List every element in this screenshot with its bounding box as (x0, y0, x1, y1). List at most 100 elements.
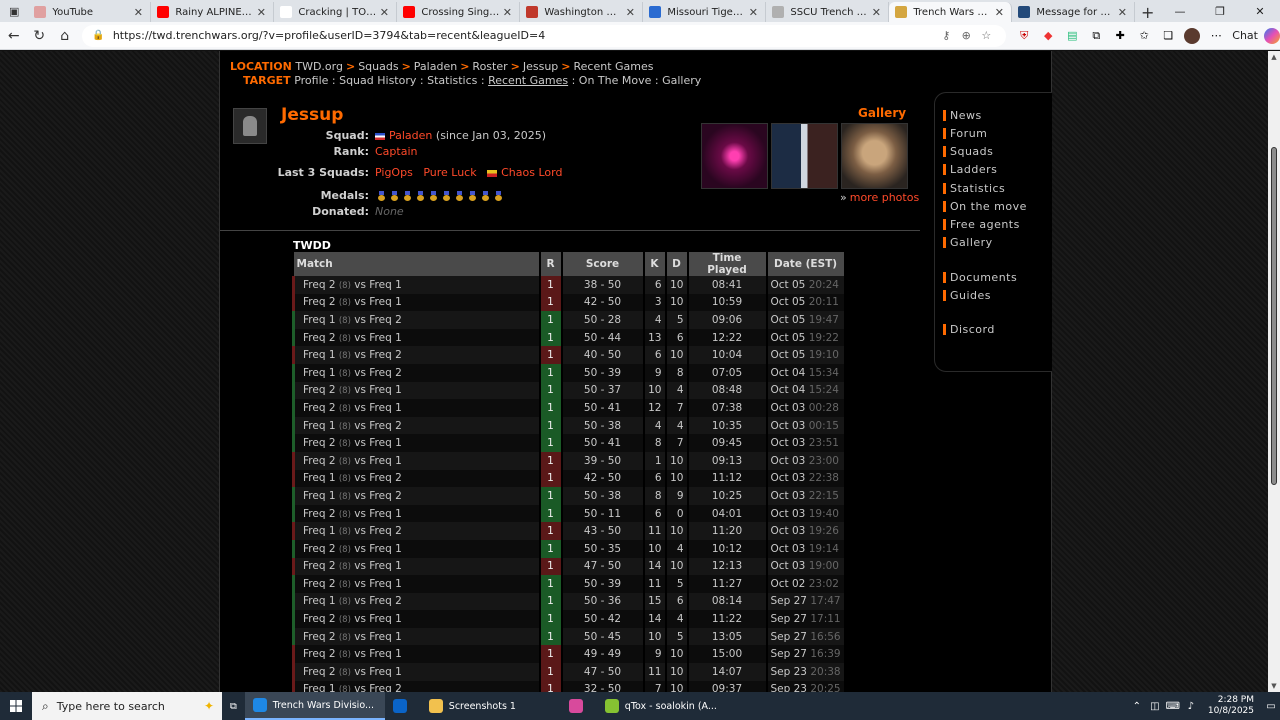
tab-close-icon[interactable]: ✕ (747, 6, 759, 19)
notes-icon[interactable]: ▤ (1060, 25, 1084, 47)
table-row[interactable]: Freq 2 (8) vs Freq 1 1 50 - 45 10 5 13:05 Sep … (292, 627, 846, 646)
match-cell[interactable]: Freq 2 (8) vs Freq 1 (292, 663, 541, 681)
keyboard-icon[interactable]: ⌨ (1164, 701, 1182, 712)
notification-icon[interactable]: ▭ (1262, 701, 1280, 712)
collections-icon[interactable]: ❏ (1156, 25, 1180, 47)
medal-icon[interactable] (442, 191, 451, 201)
taskbar-app[interactable]: Trench Wars Divisio... (244, 692, 385, 720)
tab-close-icon[interactable]: ✕ (501, 6, 513, 19)
url-field[interactable]: 🔒 https://twd.trenchwars.org/?v=profile&… (82, 24, 1007, 47)
url-text[interactable]: https://twd.trenchwars.org/?v=profile&us… (113, 29, 936, 42)
table-row[interactable]: Freq 2 (8) vs Freq 1 1 50 - 42 14 4 11:22 Sep … (292, 610, 846, 628)
target-link[interactable]: Squad History (339, 74, 416, 87)
match-cell[interactable]: Freq 1 (8) vs Freq 2 (292, 346, 541, 364)
target-link[interactable]: Gallery (662, 74, 701, 87)
lock-icon[interactable]: 🔒 (92, 30, 104, 41)
medal-icon[interactable] (416, 191, 425, 201)
gallery-photo-2[interactable] (771, 123, 838, 189)
match-cell[interactable]: Freq 2 (8) vs Freq 1 (292, 610, 541, 628)
gallery-photo-3[interactable] (841, 123, 908, 189)
taskbar-app[interactable] (385, 692, 421, 720)
match-cell[interactable]: Freq 2 (8) vs Freq 1 (292, 381, 541, 400)
last-squad-2[interactable]: Pure Luck (423, 166, 476, 179)
zoom-icon[interactable]: ⊕ (956, 29, 976, 42)
shield-icon[interactable]: ⛨ (1012, 25, 1036, 47)
browser-tab[interactable]: Trench Wars Divisions✕ (889, 2, 1013, 22)
table-row[interactable]: Freq 2 (8) vs Freq 1 1 50 - 37 10 4 08:48 Oct … (292, 381, 846, 400)
task-view-icon[interactable]: ⧉ (222, 692, 245, 720)
match-cell[interactable]: Freq 2 (8) vs Freq 1 (292, 504, 541, 523)
browser-tab[interactable]: Missouri Tigers Basket✕ (643, 2, 767, 22)
scrollbar-thumb[interactable] (1271, 147, 1277, 485)
col-score[interactable]: Score (561, 252, 645, 276)
browser-tab[interactable]: Washington Command✕ (520, 2, 644, 22)
sidebar-item[interactable]: Forum (943, 127, 987, 140)
match-cell[interactable]: Freq 2 (8) vs Freq 1 (292, 645, 541, 664)
tray-chevron-icon[interactable]: ⌃ (1128, 701, 1146, 712)
tab-close-icon[interactable]: ✕ (378, 6, 390, 19)
favorites-icon[interactable]: ✩ (1132, 25, 1156, 47)
table-row[interactable]: Freq 2 (8) vs Freq 1 1 50 - 35 10 4 10:12 Oct … (292, 539, 846, 558)
table-row[interactable]: Freq 2 (8) vs Freq 1 1 50 - 44 13 6 12:22 Oct … (292, 328, 846, 347)
sidebar-item[interactable]: Squads (943, 145, 993, 158)
table-row[interactable]: Freq 1 (8) vs Freq 2 1 50 - 38 8 9 10:25 Oct 0… (292, 487, 846, 505)
match-cell[interactable]: Freq 2 (8) vs Freq 1 (292, 451, 541, 470)
table-row[interactable]: Freq 2 (8) vs Freq 1 1 49 - 49 9 10 15:00 Sep … (292, 645, 846, 664)
table-row[interactable]: Freq 2 (8) vs Freq 1 1 50 - 39 11 5 11:27 Oct … (292, 575, 846, 593)
tab-close-icon[interactable]: ✕ (624, 6, 636, 19)
table-row[interactable]: Freq 1 (8) vs Freq 2 1 50 - 38 4 4 10:35 Oct 0… (292, 416, 846, 435)
sidebar-item[interactable]: On the move (943, 200, 1027, 213)
clock[interactable]: 2:28 PM 10/8/2025 (1208, 695, 1254, 717)
target-link[interactable]: Statistics (427, 74, 477, 87)
back-icon[interactable]: ← (2, 24, 25, 48)
table-row[interactable]: Freq 1 (8) vs Freq 2 1 42 - 50 6 10 11:12 Oct … (292, 469, 846, 488)
page-scrollbar[interactable]: ▲ ▼ (1268, 51, 1280, 692)
close-window-icon[interactable]: ✕ (1240, 0, 1280, 22)
browser-tab[interactable]: SSCU Trench Wars - Th✕ (766, 2, 890, 22)
tab-close-icon[interactable]: ✕ (1116, 6, 1128, 19)
medal-icon[interactable] (429, 191, 438, 201)
table-row[interactable]: Freq 1 (8) vs Freq 2 1 43 - 50 11 10 11:20 Oct… (292, 522, 846, 540)
key-icon[interactable]: ⚷ (936, 29, 956, 42)
refresh-icon[interactable]: ↻ (27, 24, 50, 48)
table-row[interactable]: Freq 2 (8) vs Freq 1 1 42 - 50 3 10 10:59 Oct … (292, 293, 846, 312)
taskbar-app[interactable]: qTox - soalokin (A... (597, 692, 737, 720)
taskbar-app[interactable] (561, 692, 597, 720)
col-time-played[interactable]: Time Played (687, 252, 768, 276)
col-d[interactable]: D (665, 252, 689, 276)
scroll-up-icon[interactable]: ▲ (1268, 53, 1280, 61)
sidebar-item[interactable]: Gallery (943, 236, 993, 249)
gallery-title[interactable]: Gallery (858, 106, 906, 120)
tab-close-icon[interactable]: ✕ (870, 6, 882, 19)
volume-icon[interactable]: ♪ (1182, 701, 1200, 712)
table-row[interactable]: Freq 1 (8) vs Freq 2 1 40 - 50 6 10 10:04 Oct … (292, 346, 846, 364)
puzzle-icon[interactable]: ✚ (1108, 25, 1132, 47)
extension-icon[interactable]: ⧉ (1084, 25, 1108, 47)
medal-icon[interactable] (494, 191, 503, 201)
breadcrumb-link[interactable]: Jessup (523, 60, 558, 73)
profile-avatar[interactable] (1184, 27, 1201, 44)
gallery-photo-1[interactable] (701, 123, 768, 189)
table-row[interactable]: Freq 2 (8) vs Freq 1 1 50 - 41 12 7 07:38 Oct … (292, 399, 846, 417)
more-photos-link[interactable]: » more photos (840, 191, 919, 204)
browser-tab[interactable]: Message for Qan - SSC✕ (1012, 2, 1136, 22)
col-date[interactable]: Date (EST) (766, 252, 846, 276)
home-icon[interactable]: ⌂ (53, 24, 76, 48)
taskbar-search[interactable]: ⌕ Type here to search ✦ (32, 692, 222, 720)
tab-actions-icon[interactable]: ▣ (0, 0, 28, 22)
table-row[interactable]: Freq 2 (8) vs Freq 1 1 50 - 11 6 0 04:01 Oct 0… (292, 504, 846, 523)
match-cell[interactable]: Freq 2 (8) vs Freq 1 (292, 539, 541, 558)
last-squad-3[interactable]: Chaos Lord (501, 166, 562, 179)
scroll-down-icon[interactable]: ▼ (1268, 682, 1280, 690)
more-menu-icon[interactable]: ⋯ (1204, 25, 1228, 47)
match-cell[interactable]: Freq 2 (8) vs Freq 1 (292, 575, 541, 593)
ublock-icon[interactable]: ◆ (1036, 25, 1060, 47)
match-cell[interactable]: Freq 2 (8) vs Freq 1 (292, 399, 541, 417)
browser-tab[interactable]: YouTube ✕ (28, 2, 152, 22)
table-row[interactable]: Freq 2 (8) vs Freq 1 1 47 - 50 11 10 14:07 Sep… (292, 663, 846, 681)
tab-close-icon[interactable]: ✕ (132, 6, 144, 19)
match-cell[interactable]: Freq 2 (8) vs Freq 1 (292, 434, 541, 452)
maximize-icon[interactable]: ❐ (1200, 0, 1240, 22)
breadcrumb-link[interactable]: Roster (472, 60, 507, 73)
match-cell[interactable]: Freq 1 (8) vs Freq 2 (292, 469, 541, 488)
